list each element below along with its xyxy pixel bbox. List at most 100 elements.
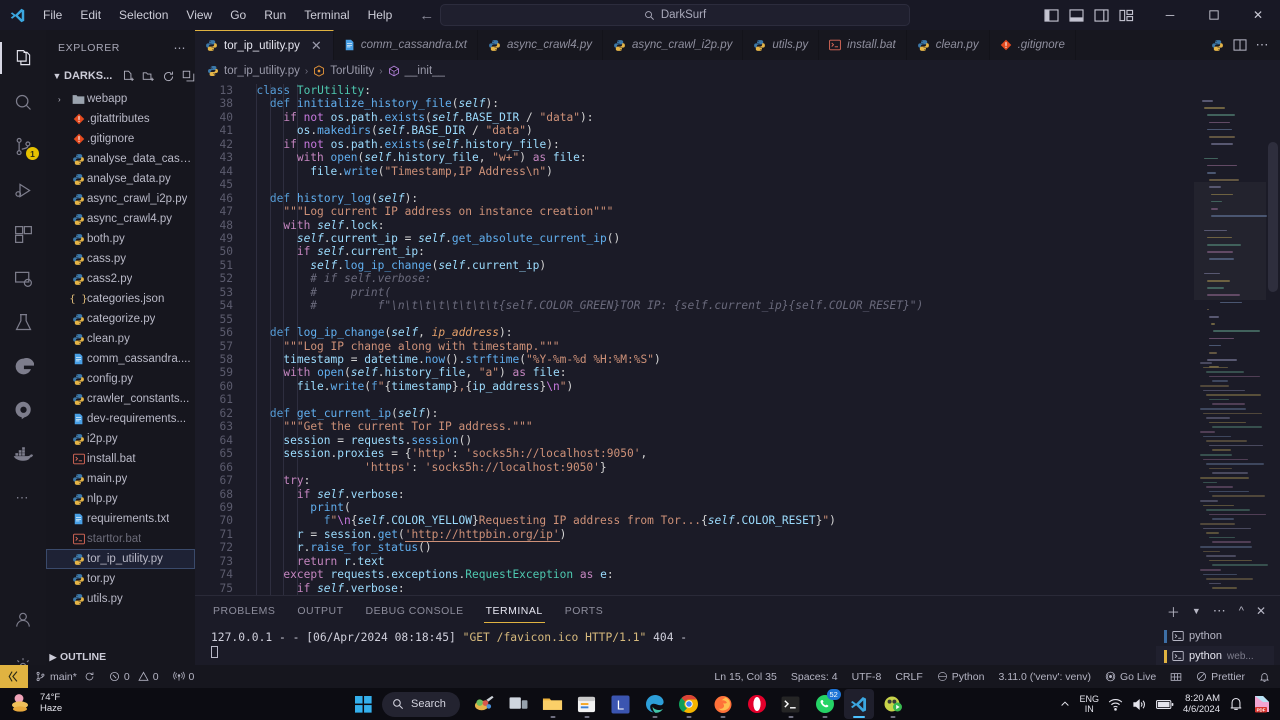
status-go-live[interactable]: Go Live [1098,665,1163,688]
file-tree-item[interactable]: utils.py [46,589,195,609]
code-line[interactable]: # print( [310,286,391,299]
code-line[interactable]: if not os.path.exists(self.history_file)… [283,138,559,151]
code-line[interactable]: 'https': 'socks5h://localhost:9050'} [364,461,607,474]
sidebar-item-docker[interactable] [0,432,46,476]
file-tree-item[interactable]: install.bat [46,449,195,469]
file-tree-item[interactable]: crawler_constants... [46,389,195,409]
file-tree-item[interactable]: .gitignore [46,129,195,149]
editor-tab[interactable]: tor_ip_utility.py ✕ [195,30,334,60]
language-indicator[interactable]: ENG IN [1080,694,1100,714]
editor-tab[interactable]: async_crawl_i2p.py [602,30,744,60]
breadcrumb-class[interactable]: TorUtility [330,65,374,77]
status-language-mode[interactable]: Python [930,665,992,688]
menu-go[interactable]: Go [221,5,255,25]
run-python-icon[interactable] [1211,39,1224,52]
file-tree-item[interactable]: clean.py [46,329,195,349]
toggle-secondary-sidebar-icon[interactable] [1094,8,1109,22]
status-branch[interactable]: main* [28,665,102,688]
file-tree-item[interactable]: async_crawl4.py [46,209,195,229]
code-line[interactable]: def initialize_history_file(self): [270,97,499,110]
add-terminal-icon[interactable]: ＋ [1167,602,1180,621]
window-close-button[interactable]: ✕ [1236,0,1280,30]
file-tree-item[interactable]: dev-requirements... [46,409,195,429]
menu-terminal[interactable]: Terminal [295,5,358,25]
new-file-icon[interactable] [122,70,135,83]
close-icon[interactable]: ✕ [1256,604,1266,618]
sidebar-item-testing[interactable] [0,300,46,344]
command-center-search[interactable]: DarkSurf [440,4,910,26]
code-line[interactable]: with self.lock: [283,219,384,232]
breadcrumb-file[interactable]: tor_ip_utility.py [224,65,300,77]
code-editor[interactable]: 13 class TorUtility: 38 def initialize_hist… [195,82,1280,595]
code-line[interactable]: """Log IP change along with timestamp.""… [283,340,559,353]
file-tree-item[interactable]: categorize.py [46,309,195,329]
file-tree-item[interactable]: cass.py [46,249,195,269]
chevron-down-icon[interactable]: ▼ [1192,606,1201,616]
code-line[interactable]: session.proxies = {'http': 'socks5h://lo… [283,447,647,460]
status-cursor-position[interactable]: Ln 15, Col 35 [707,665,783,688]
file-tree-item[interactable]: analyse_data_cass... [46,149,195,169]
close-icon[interactable]: ✕ [310,38,323,54]
volume-icon[interactable] [1132,698,1147,711]
toggle-primary-sidebar-icon[interactable] [1044,8,1059,22]
editor-scrollbar-thumb[interactable] [1268,142,1278,292]
code-line[interactable]: if self.verbose: [297,488,405,501]
menu-view[interactable]: View [177,5,221,25]
code-line[interactable]: f"\n{self.COLOR_YELLOW}Requesting IP add… [324,514,836,527]
breadcrumb[interactable]: tor_ip_utility.py › TorUtility › __init_… [195,60,1280,82]
file-tree-item[interactable]: starttor.bat [46,529,195,549]
task-view-icon[interactable] [504,689,534,719]
media-player-icon[interactable] [878,689,908,719]
edge-icon[interactable] [640,689,670,719]
opera-icon[interactable] [742,689,772,719]
more-actions-icon[interactable]: ⋯ [1256,37,1271,53]
terminal-list[interactable]: python python web... [1156,626,1274,666]
code-line[interactable]: os.makedirs(self.BASE_DIR / "data") [297,124,533,137]
vscode-icon[interactable] [843,689,874,719]
panel-tab[interactable]: OUTPUT [295,599,345,623]
status-interpreter[interactable]: 3.11.0 ('venv': venv) [991,665,1098,688]
breadcrumb-member[interactable]: __init__ [405,65,445,77]
editor-tab[interactable]: clean.py [906,30,990,60]
editor-tab[interactable]: async_crawl4.py [477,30,603,60]
panel-tab[interactable]: PROBLEMS [211,599,277,623]
code-line[interactable]: file.write(f"{timestamp},{ip_address}\n"… [297,380,573,393]
code-line[interactable]: timestamp = datetime.now().strftime("%Y-… [283,353,660,366]
terminal-list-item[interactable]: python [1156,626,1274,646]
code-line[interactable]: with open(self.history_file, "w+") as fi… [297,151,587,164]
code-line[interactable]: r.raise_for_status() [297,541,432,554]
window-minimize-button[interactable]: ─ [1148,0,1192,30]
panel-tab[interactable]: TERMINAL [483,599,545,623]
weather-widget[interactable]: 74°F Haze [8,690,62,716]
code-line[interactable]: if not os.path.exists(self.BASE_DIR / "d… [283,111,593,124]
firefox-icon[interactable] [708,689,738,719]
notification-icon[interactable] [1229,697,1243,711]
explorer-more-icon[interactable]: ⋯ [174,41,188,55]
window-maximize-button[interactable] [1192,0,1236,30]
sidebar-item-quokka[interactable] [0,388,46,432]
file-tree-item[interactable]: main.py [46,469,195,489]
menu-run[interactable]: Run [255,5,295,25]
file-tree-item[interactable]: tor.py [46,569,195,589]
code-line[interactable]: if self.current_ip: [297,245,425,258]
editor-tab-bar[interactable]: tor_ip_utility.py ✕ comm_cassandra.txt asyn… [195,30,1280,60]
accounts-button[interactable] [0,600,46,644]
taskbar-search[interactable]: Search [382,691,460,717]
code-line[interactable]: return r.text [297,555,385,568]
status-eol[interactable]: CRLF [888,665,929,688]
refresh-icon[interactable] [162,70,175,83]
battery-icon[interactable] [1156,699,1174,710]
remote-window-indicator[interactable] [0,665,28,688]
code-line[interactable]: class TorUtility: [256,84,371,97]
code-line[interactable]: # f"\n\t\t\t\t\t\t\t{self.COLOR_GREEN}TO… [310,299,923,312]
taskbar-clock[interactable]: 8:20 AM 4/6/2024 [1183,693,1220,715]
editor-tab[interactable]: install.bat [819,30,907,60]
outline-section[interactable]: ▶ OUTLINE [46,647,195,667]
chrome-icon[interactable] [674,689,704,719]
code-line[interactable]: if self.verbose: [297,582,405,595]
panel-tab[interactable]: PORTS [563,599,605,623]
status-notifications[interactable] [1252,665,1280,688]
pdf-icon[interactable]: PDF [1252,694,1272,714]
file-tree-item[interactable]: tor_ip_utility.py [46,549,195,569]
menu-edit[interactable]: Edit [71,5,110,25]
